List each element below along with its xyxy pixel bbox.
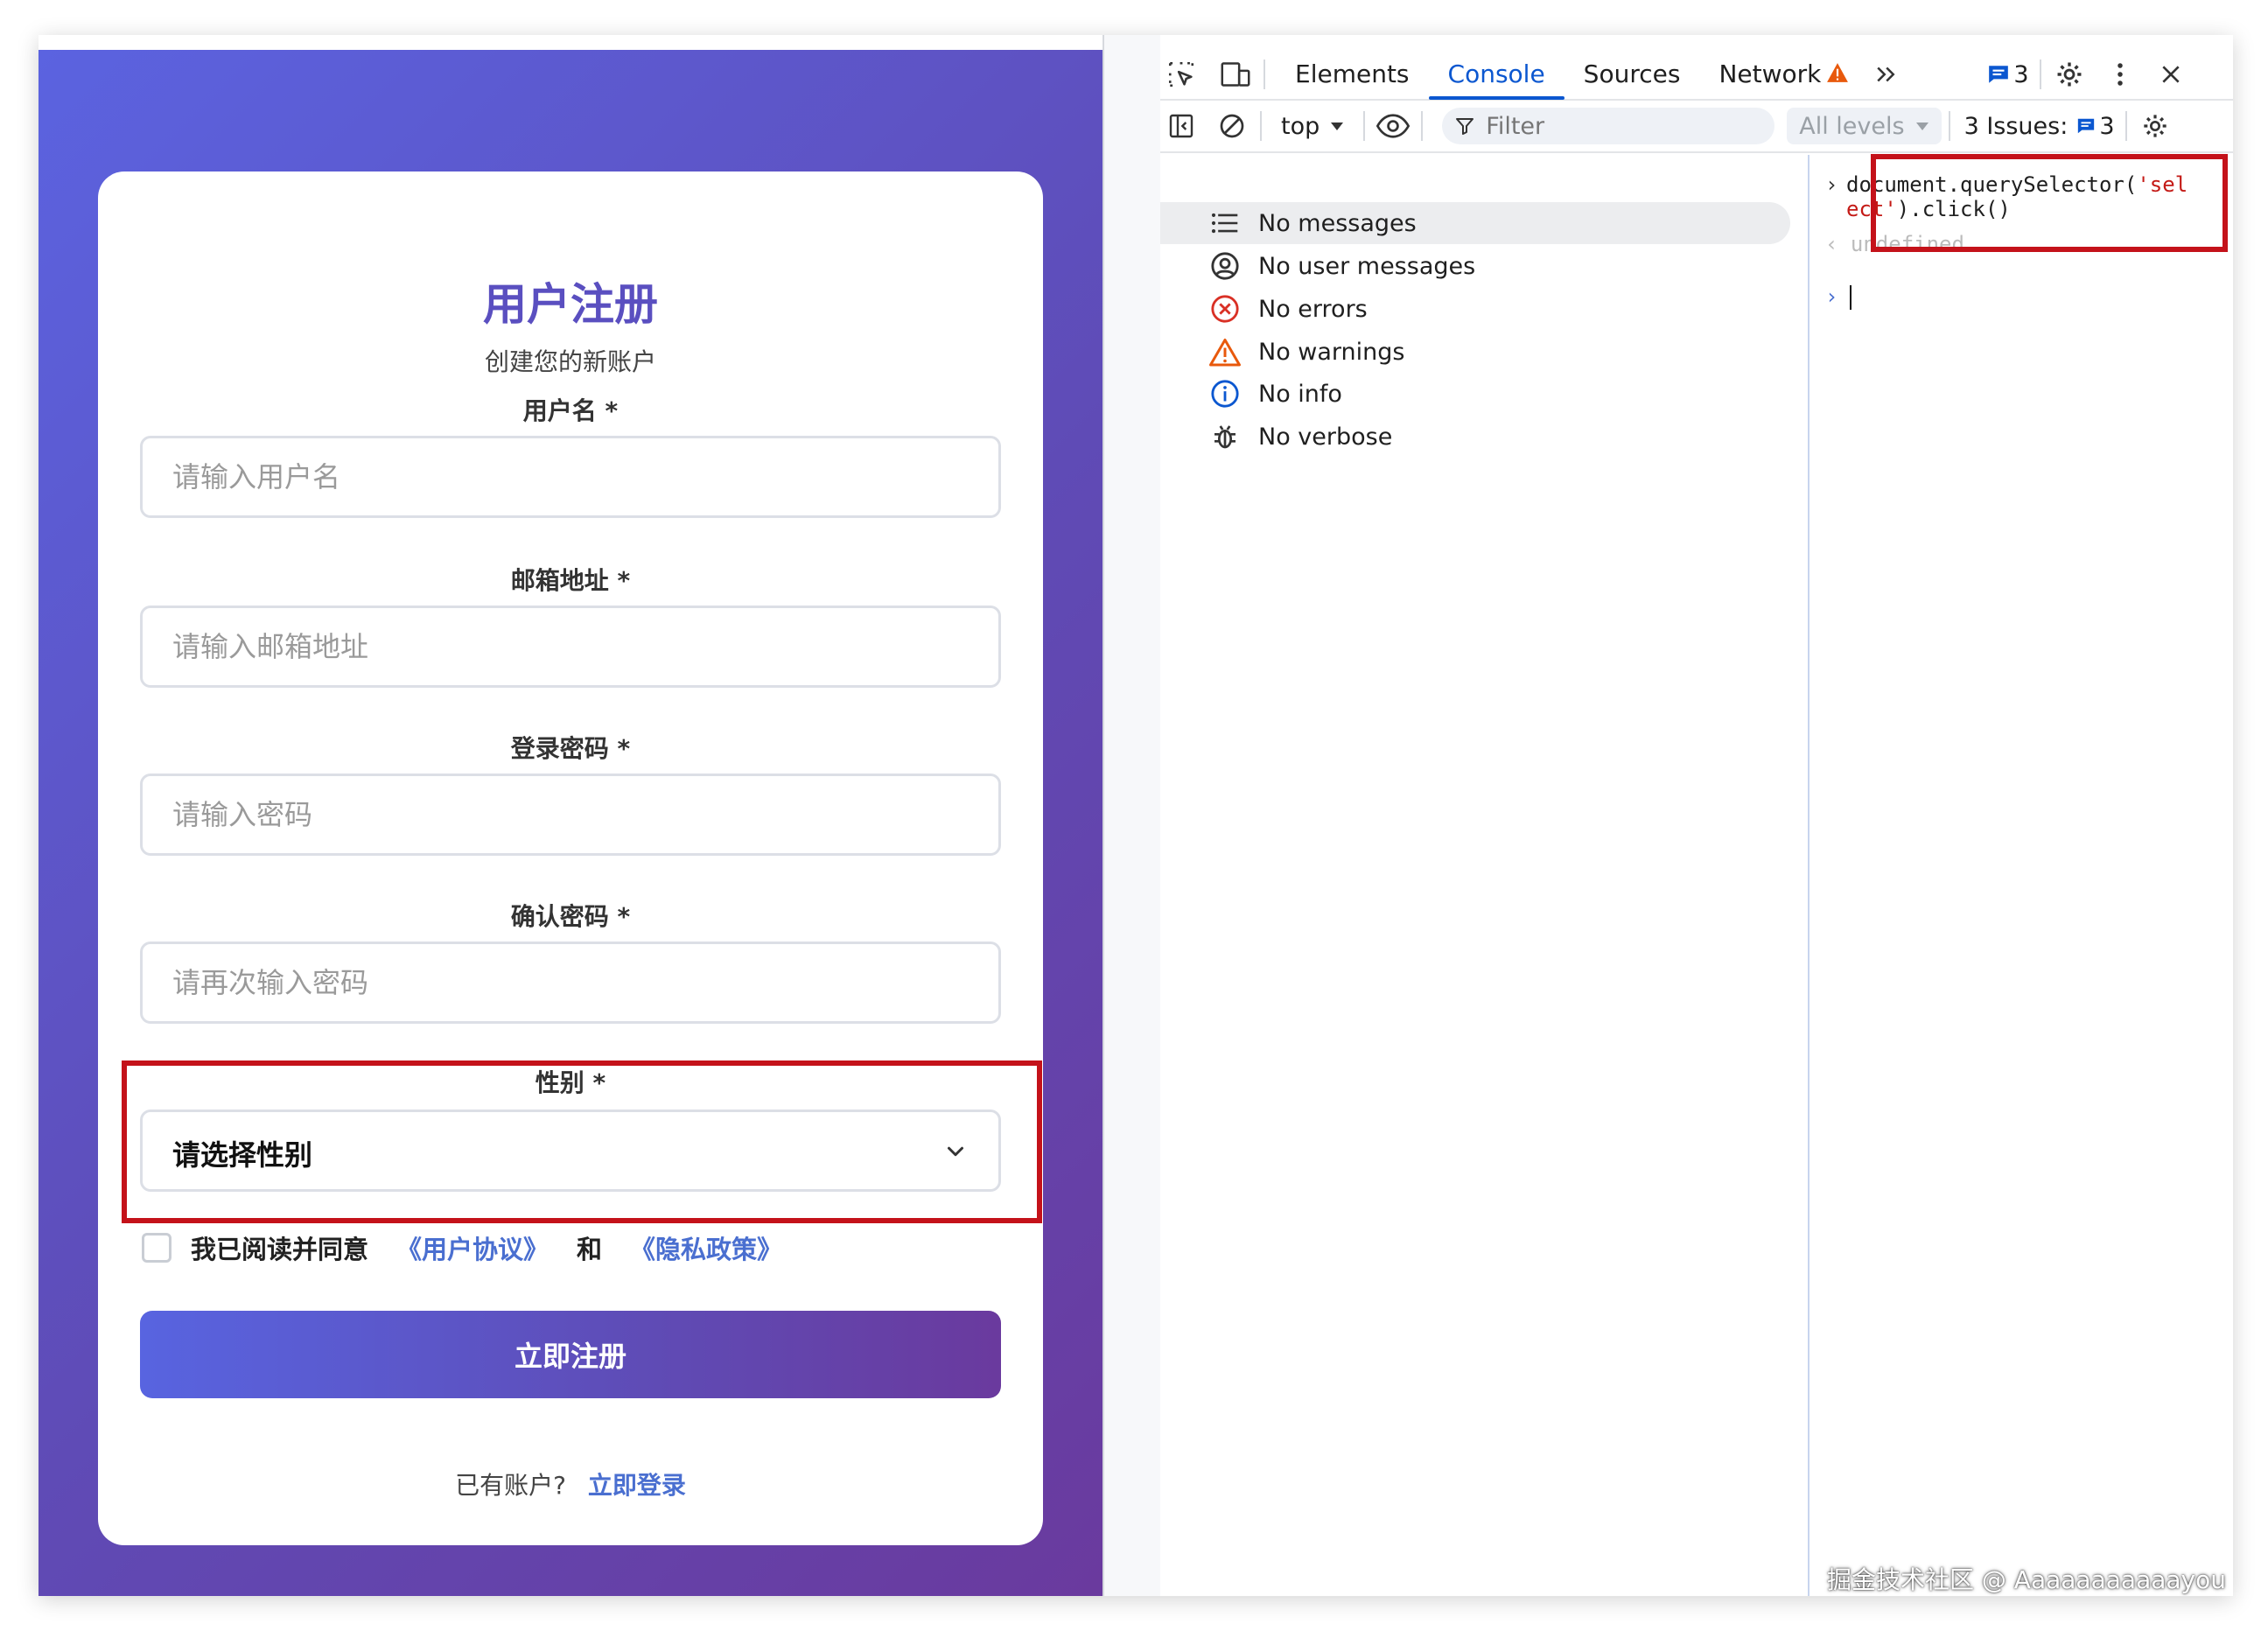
kebab-menu-icon[interactable] [2103,57,2138,92]
issues-label: 3 Issues: [1964,112,2068,140]
sidebar-item-label: No messages [1258,209,1417,237]
devtools-panel: Elements Console Sources Network 3 top F… [1102,35,2233,1596]
filter-input[interactable] [1486,112,1749,140]
watermark: 掘金技术社区 @ Aaaaaaaaaaayou [1827,1565,2226,1594]
text-caret [1850,285,1852,310]
messages-badge[interactable]: 3 [1987,60,2029,88]
log-levels-dropdown[interactable]: All levels [1787,108,1942,144]
sidebar-item-user-messages[interactable]: No user messages [1160,245,1790,287]
list-icon [1208,206,1242,241]
info-icon [1208,376,1242,411]
page-subtitle: 创建您的新账户 [484,347,656,376]
registration-page: 用户注册 创建您的新账户 用户名 * 邮箱地址 * 登录密码 * 确认密码 * … [38,50,1102,1596]
user-icon [1208,248,1242,284]
sidebar-item-label: No errors [1258,295,1368,323]
confirm-password-input[interactable] [140,942,1001,1024]
devtools-gutter [1104,35,1160,1596]
context-selector[interactable]: top [1281,113,1344,140]
sidebar-item-label: No info [1258,380,1342,408]
dropdown-arrow-icon [1915,122,1928,130]
confirm-password-label: 确认密码 * [510,902,631,931]
separator [1260,111,1262,141]
agreement-and: 和 [577,1235,603,1264]
result-arrow-icon: ‹ [1825,232,1851,256]
agreement-row: 我已阅读并同意 《用户协议》 和 《隐私政策》 [142,1228,782,1267]
console-input[interactable]: › [1825,284,1852,310]
message-icon [2078,118,2095,134]
context-selector-value: top [1281,112,1320,140]
input-prompt-icon: › [1825,284,1838,309]
separator [2124,111,2127,141]
tab-network[interactable]: Network [1699,49,1826,100]
annotation-highlight-console [1871,154,2228,252]
password-input[interactable] [140,774,1001,856]
sidebar-item-info[interactable]: No info [1160,373,1790,415]
issues-number: 3 [2099,112,2115,140]
register-button[interactable]: 立即注册 [140,1311,1001,1398]
device-toolbar-icon[interactable] [1218,57,1253,92]
network-warning-icon [1826,62,1849,87]
sidebar-toggle-icon[interactable] [1164,108,1199,144]
filter-icon [1456,118,1474,135]
console-toolbar: top All levels 3 Issues: 3 [1160,101,2233,153]
login-link[interactable]: 立即登录 [588,1471,686,1500]
page-title: 用户注册 [483,279,658,330]
message-icon [1989,66,2009,83]
input-prompt-icon: › [1825,172,1838,197]
tab-sources[interactable]: Sources [1564,49,1700,100]
login-prompt-row: 已有账户? 立即登录 [98,1466,1043,1502]
sidebar-item-label: No user messages [1258,252,1476,280]
email-input[interactable] [140,606,1001,688]
warning-icon [1208,334,1242,369]
tab-console[interactable]: Console [1428,49,1564,100]
bug-icon [1208,419,1242,454]
clear-console-icon[interactable] [1214,108,1250,144]
separator [1363,111,1366,141]
separator [1421,111,1424,141]
screenshot-frame: 用户注册 创建您的新账户 用户名 * 邮箱地址 * 登录密码 * 确认密码 * … [38,35,2233,1596]
password-label: 登录密码 * [510,734,631,763]
sidebar-item-messages[interactable]: No messages [1160,202,1790,244]
more-tabs-icon[interactable] [1868,57,1903,92]
separator [2039,60,2041,89]
filter-box[interactable] [1442,108,1775,144]
separator [1948,111,1950,141]
registration-card: 用户注册 创建您的新账户 用户名 * 邮箱地址 * 登录密码 * 确认密码 * … [98,172,1043,1545]
inspect-element-icon[interactable] [1164,57,1199,92]
issues-counter[interactable]: 3 Issues: 3 [1964,113,2115,140]
dropdown-arrow-icon [1331,122,1344,130]
email-label: 邮箱地址 * [510,566,631,595]
console-output: › document.querySelector('select').click… [1810,155,2233,1596]
privacy-policy-link[interactable]: 《隐私政策》 [630,1229,782,1266]
messages-count: 3 [2013,60,2029,88]
agreement-checkbox[interactable] [142,1233,172,1263]
sidebar-item-label: No verbose [1258,423,1393,451]
agreement-text: 我已阅读并同意 [191,1235,369,1264]
live-expression-eye-icon[interactable] [1376,108,1410,144]
sidebar-item-errors[interactable]: No errors [1160,288,1790,330]
username-label: 用户名 * [522,396,619,425]
tab-elements[interactable]: Elements [1276,49,1429,100]
user-agreement-link[interactable]: 《用户协议》 [396,1229,549,1266]
console-sidebar: No messages No user messages No errors N… [1160,155,1808,1596]
settings-gear-icon[interactable] [2052,57,2087,92]
sidebar-item-verbose[interactable]: No verbose [1160,416,1790,458]
login-prompt: 已有账户? [455,1471,566,1500]
console-settings-gear-icon[interactable] [2138,108,2173,144]
annotation-highlight-gender [122,1060,1042,1223]
username-input[interactable] [140,436,1001,518]
log-levels-value: All levels [1799,112,1905,140]
separator [1264,60,1265,89]
error-icon [1208,291,1242,326]
sidebar-item-warnings[interactable]: No warnings [1160,331,1790,373]
sidebar-item-label: No warnings [1258,338,1405,366]
close-icon[interactable] [2153,57,2188,92]
devtools-tabbar: Elements Console Sources Network 3 [1160,50,2233,101]
